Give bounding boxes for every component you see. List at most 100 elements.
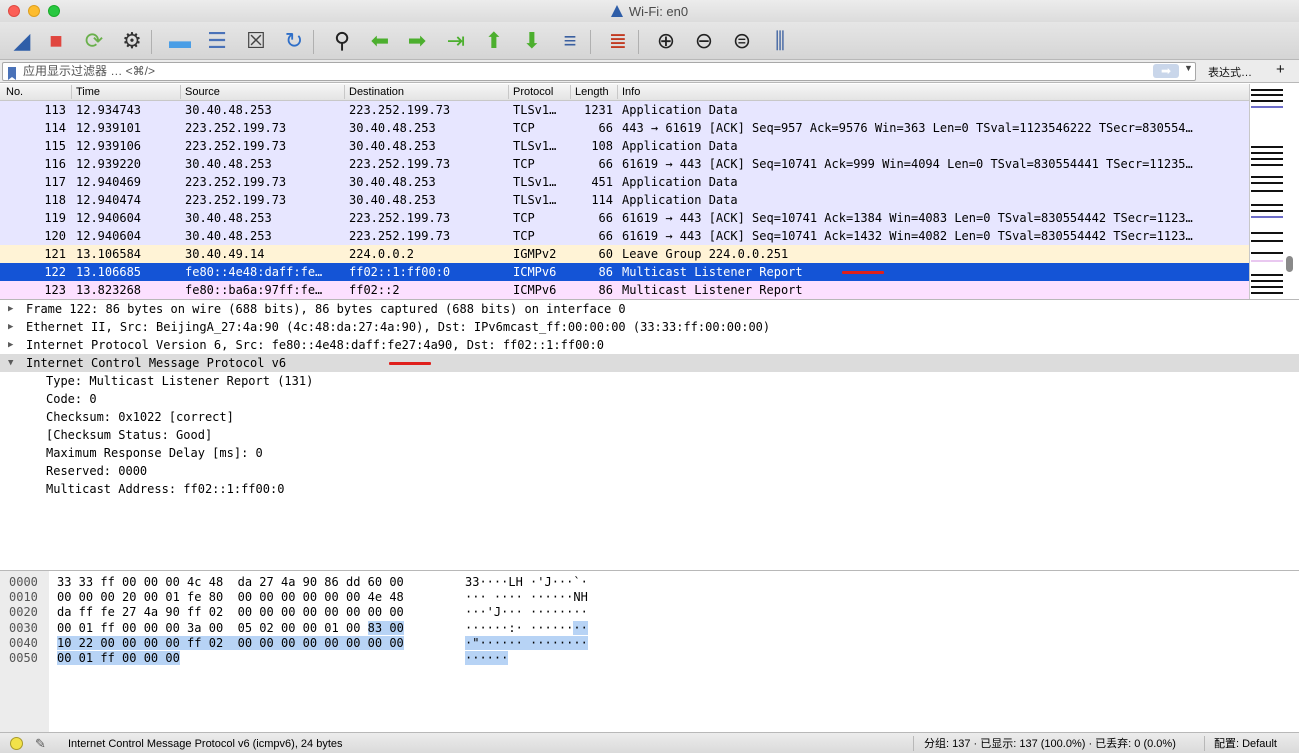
detail-field-row[interactable]: Type: Multicast Listener Report (131) <box>0 372 1299 390</box>
go-first-button[interactable]: ⬆ <box>480 27 508 55</box>
filter-bookmark-icon[interactable] <box>8 67 16 80</box>
edit-comment-icon[interactable]: ✎ <box>35 734 46 753</box>
detail-field-text: Reserved: 0000 <box>46 464 148 478</box>
expanded-arrow-icon[interactable]: ▼ <box>8 354 13 372</box>
detail-field-text: [Checksum Status: Good] <box>46 428 213 442</box>
apply-filter-button[interactable]: ➡ <box>1153 64 1179 78</box>
detail-field-row[interactable]: Multicast Address: ff02::1:ff00:0 <box>0 480 1299 498</box>
column-header-protocol[interactable]: Protocol <box>513 86 553 98</box>
hex-offset: 0050 <box>9 651 38 665</box>
colorize-button[interactable]: ≣ <box>604 27 632 55</box>
minimap-mark <box>1251 292 1283 294</box>
packet-cell-proto: TLSv1… <box>513 193 557 207</box>
start-capture-button[interactable]: ◢ <box>8 27 36 55</box>
detail-row[interactable]: ▶ Ethernet II, Src: BeijingA_27:4a:90 (4c… <box>0 318 1299 336</box>
display-filter-bar: 应用显示过滤器 … <⌘/> ➡ ▼ 表达式… + <box>0 60 1299 83</box>
detail-text: Internet Protocol Version 6, Src: fe80::… <box>26 338 604 352</box>
packet-row[interactable]: 115 12.939106 223.252.199.73 30.40.48.253 TL… <box>0 137 1249 155</box>
collapsed-arrow-icon[interactable]: ▶ <box>8 300 13 318</box>
zoom-reset-button[interactable]: ⊜ <box>728 27 756 55</box>
packet-cell-proto: TCP <box>513 121 535 135</box>
toolbar-separator <box>313 30 314 54</box>
zoom-in-button[interactable]: ⊕ <box>652 27 680 55</box>
minimap-mark <box>1251 274 1283 276</box>
packet-cell-dst: 223.252.199.73 <box>349 211 451 225</box>
packet-cell-dst: 30.40.48.253 <box>349 139 436 153</box>
hex-ascii-highlight: ······ <box>465 651 509 665</box>
detail-field-text: Checksum: 0x1022 [correct] <box>46 410 234 424</box>
packet-row[interactable]: 114 12.939101 223.252.199.73 30.40.48.253 TC… <box>0 119 1249 137</box>
detail-text: Ethernet II, Src: BeijingA_27:4a:90 (4c:… <box>26 320 771 334</box>
go-forward-button[interactable]: ➡ <box>403 27 431 55</box>
restart-capture-button[interactable]: ⟳ <box>80 27 108 55</box>
go-last-button[interactable]: ⬇ <box>518 27 546 55</box>
packet-list-scrollbar[interactable] <box>1286 256 1293 272</box>
packet-cell-dst: ff02::1:ff00:0 <box>349 265 451 279</box>
hex-ascii-highlight: ·"······ ········ <box>465 635 588 650</box>
capture-options-button[interactable]: ⚙ <box>118 27 146 55</box>
resize-columns-button[interactable]: ⫼ <box>766 27 794 55</box>
packet-row[interactable]: 118 12.940474 223.252.199.73 30.40.48.253 TL… <box>0 191 1249 209</box>
find-packet-button[interactable]: ⚲ <box>328 27 356 55</box>
column-header-time[interactable]: Time <box>76 86 100 98</box>
auto-scroll-button[interactable]: ≡ <box>556 27 584 55</box>
detail-field-row[interactable]: Maximum Response Delay [ms]: 0 <box>0 444 1299 462</box>
packet-cell-time: 13.106584 <box>76 247 142 261</box>
packet-cell-info: Leave Group 224.0.0.251 <box>622 247 789 261</box>
toolbar-separator <box>151 30 152 54</box>
packet-row[interactable]: 121 13.106584 30.40.49.14 224.0.0.2 IGMPv2 60… <box>0 245 1249 263</box>
stop-capture-button[interactable]: ■ <box>42 27 70 55</box>
packet-cell-len: 60 <box>598 247 613 261</box>
expression-button[interactable]: 表达式… <box>1208 64 1252 80</box>
packet-row[interactable]: 116 12.939220 30.40.48.253 223.252.199.73 TC… <box>0 155 1249 173</box>
packet-cell-len: 66 <box>598 211 613 225</box>
packet-cell-time: 12.939101 <box>76 121 142 135</box>
main-toolbar: ◢ ■ ⟳ ⚙ ▬ ☰ ☒ ↻ ⚲ ⬅ ➡ ⇥ ⬆ ⬇ ≡ ≣ ⊕ ⊖ ⊜ ⫼ <box>0 22 1299 60</box>
packet-row[interactable]: 120 12.940604 30.40.48.253 223.252.199.73 TC… <box>0 227 1249 245</box>
packet-cell-len: 114 <box>591 193 613 207</box>
expert-info-icon[interactable] <box>10 737 23 750</box>
packet-cell-time: 13.106685 <box>76 265 142 279</box>
filter-history-dropdown-icon[interactable]: ▼ <box>1184 63 1193 73</box>
status-profile[interactable]: 配置: Default <box>1214 734 1277 753</box>
packet-cell-time: 12.939106 <box>76 139 142 153</box>
packet-row[interactable]: 122 13.106685 fe80::4e48:daff:fe… ff02::1:f… <box>0 263 1249 281</box>
zoom-out-icon: ⊖ <box>694 28 714 53</box>
packet-row[interactable]: 113 12.934743 30.40.48.253 223.252.199.73 TL… <box>0 101 1249 119</box>
column-header-source[interactable]: Source <box>185 86 220 98</box>
detail-row[interactable]: ▶ Internet Protocol Version 6, Src: fe80:… <box>0 336 1299 354</box>
reload-file-button[interactable]: ↻ <box>280 27 308 55</box>
detail-field-row[interactable]: Code: 0 <box>0 390 1299 408</box>
display-filter-input[interactable]: 应用显示过滤器 … <⌘/> <box>2 62 1196 81</box>
packet-row[interactable]: 117 12.940469 223.252.199.73 30.40.48.253 TL… <box>0 173 1249 191</box>
hex-bytes-highlight: 83 00 <box>367 620 404 635</box>
column-header-length[interactable]: Length <box>575 86 609 98</box>
go-back-button[interactable]: ⬅ <box>366 27 394 55</box>
save-file-button[interactable]: ☰ <box>203 27 231 55</box>
hex-ascii: ······ <box>465 649 509 667</box>
zoom-out-button[interactable]: ⊖ <box>690 27 718 55</box>
detail-field-text: Type: Multicast Listener Report (131) <box>46 374 314 388</box>
packet-cell-no: 123 <box>44 283 66 297</box>
collapsed-arrow-icon[interactable]: ▶ <box>8 336 13 354</box>
close-file-button[interactable]: ☒ <box>242 27 270 55</box>
packet-row[interactable]: 119 12.940604 30.40.48.253 223.252.199.73 TC… <box>0 209 1249 227</box>
packet-cell-len: 86 <box>598 283 613 297</box>
go-to-packet-button[interactable]: ⇥ <box>442 27 470 55</box>
packet-cell-proto: ICMPv6 <box>513 265 557 279</box>
detail-field-text: Maximum Response Delay [ms]: 0 <box>46 446 263 460</box>
detail-field-row[interactable]: [Checksum Status: Good] <box>0 426 1299 444</box>
minimap-mark <box>1251 94 1283 96</box>
detail-row[interactable]: ▶ Frame 122: 86 bytes on wire (688 bits),… <box>0 300 1299 318</box>
packet-row[interactable]: 123 13.823268 fe80::ba6a:97ff:fe… ff02::2 IC… <box>0 281 1249 299</box>
hex-row[interactable]: 0050 00 01 ff 00 00 00 ······ <box>0 649 1299 667</box>
column-header-no[interactable]: No. <box>6 86 23 98</box>
column-header-info[interactable]: Info <box>622 86 640 98</box>
detail-field-row[interactable]: Reserved: 0000 <box>0 462 1299 480</box>
column-header-destination[interactable]: Destination <box>349 86 404 98</box>
detail-row[interactable]: ▼ Internet Control Message Protocol v6 <box>0 354 1299 372</box>
add-filter-button[interactable]: + <box>1276 61 1285 78</box>
open-file-button[interactable]: ▬ <box>166 27 194 55</box>
collapsed-arrow-icon[interactable]: ▶ <box>8 318 13 336</box>
detail-field-row[interactable]: Checksum: 0x1022 [correct] <box>0 408 1299 426</box>
